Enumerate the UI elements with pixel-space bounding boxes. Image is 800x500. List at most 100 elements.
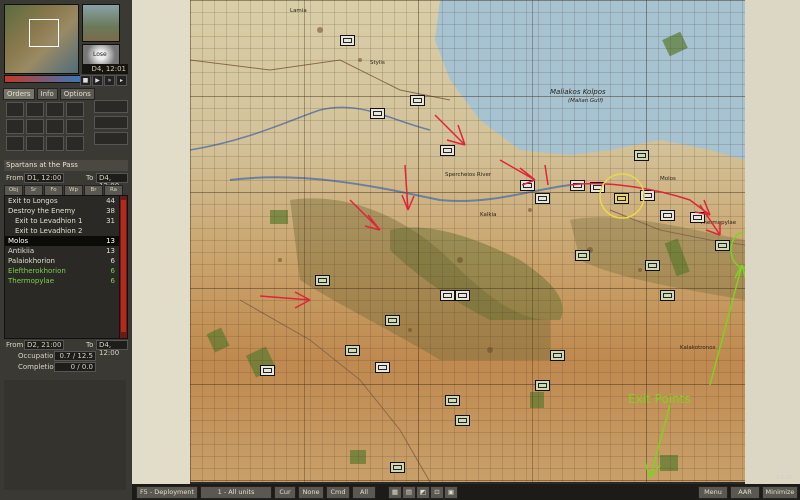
objective-points: 13 [106, 247, 115, 255]
phase-button[interactable]: F5 - Deployment [136, 486, 198, 499]
version-label: 2.2.10 [776, 475, 792, 481]
force-ratio-bar [4, 75, 82, 83]
minimap[interactable] [4, 4, 79, 74]
objective-item[interactable]: Exit to Longos 44 [5, 196, 119, 206]
order-button[interactable] [26, 119, 44, 134]
fog-toggle-icon[interactable]: ▣ [444, 486, 458, 499]
none-button[interactable]: None [298, 486, 324, 499]
left-panel: Lose D4, 12:01 ■ ▶ » ▸ Orders Info Optio… [0, 0, 134, 500]
scenario-title: Spartans at the Pass [4, 160, 128, 171]
map-left-edge [132, 0, 190, 484]
weather-indicator: Lose [82, 44, 120, 66]
to2-value: D4, 12:00 [96, 340, 128, 357]
occupation-row: Occupation 0.7 / 12.5 [4, 351, 128, 361]
objective-name: Palaiokhorion [8, 257, 55, 265]
objective-name: Exit to Longos [8, 197, 58, 205]
order-button[interactable] [66, 102, 84, 117]
objective-list[interactable]: Exit to Longos 44 Destroy the Enemy 38 Exi… [4, 195, 120, 339]
panel-tabs: Orders Info Options [3, 88, 95, 100]
objective-points: 31 [106, 217, 115, 225]
objective-name: Exit to Levadhion 1 [15, 217, 83, 225]
objective-points: 6 [110, 267, 115, 275]
scrollbar-thumb[interactable] [121, 200, 126, 332]
objective-name: Thermopylae [8, 277, 55, 285]
objective-name: Eleftherokhorion [8, 267, 66, 275]
completion-row: Completion 0 / 0.0 [4, 362, 128, 372]
to-label: To [86, 174, 94, 182]
from-label: From [6, 341, 24, 349]
from-label: From [6, 174, 24, 182]
end-button[interactable]: ▸ [116, 75, 127, 86]
objective-scrollbar[interactable] [119, 195, 128, 339]
fast-button[interactable]: » [104, 75, 115, 86]
exit-points-label: Exit Points [628, 392, 691, 406]
order-side-button[interactable] [94, 100, 128, 113]
objective-name: Antikiia [8, 247, 35, 255]
order-button[interactable] [66, 136, 84, 151]
objective-item[interactable]: Exit to Levadhion 1 31 [5, 216, 119, 226]
order-button[interactable] [46, 136, 64, 151]
minimap-viewport[interactable] [29, 19, 59, 47]
tactical-map[interactable]: Lamia Spercheios River Maliakos Kolpos (… [190, 0, 745, 482]
objective-item[interactable]: Exit to Levadhion 2 [5, 226, 119, 236]
objective-item[interactable]: Palaiokhorion 6 [5, 256, 119, 266]
scenario-dates: From D1, 12:00 To D4, 12:00 [4, 173, 128, 190]
turn-controls: ■ ▶ » ▸ [80, 75, 127, 86]
objective-points: 6 [110, 257, 115, 265]
order-side-button[interactable] [94, 116, 128, 129]
minimize-button[interactable]: Minimize [762, 486, 798, 499]
to-value: D4, 12:00 [96, 173, 128, 190]
objective-name: Molos [8, 237, 29, 245]
objective-points: 38 [106, 207, 115, 215]
order-button[interactable] [66, 119, 84, 134]
objective-dates: From D2, 21:00 To D4, 12:00 [4, 340, 128, 357]
aar-button[interactable]: AAR [730, 486, 760, 499]
occupation-label: Occupation [18, 352, 58, 360]
units-filter-button[interactable]: 1 - All units [200, 486, 272, 499]
objective-item[interactable]: Destroy the Enemy 38 [5, 206, 119, 216]
objective-item[interactable]: Thermopylae 6 [5, 276, 119, 286]
order-side-buttons [94, 100, 128, 145]
objective-item-selected[interactable]: Molos 13 [5, 236, 119, 246]
tab-info[interactable]: Info [36, 88, 58, 100]
to-label: To [86, 341, 94, 349]
all-button[interactable]: All [352, 486, 376, 499]
bottom-taskbar: F5 - Deployment 1 - All units Cur None C… [132, 484, 800, 500]
layer-toggle-icon[interactable]: ▤ [402, 486, 416, 499]
objective-name: Destroy the Enemy [8, 207, 76, 215]
objective-points: 44 [106, 197, 115, 205]
pause-button[interactable]: ■ [80, 75, 91, 86]
objective-name: Exit to Levadhion 2 [15, 227, 83, 235]
from2-value: D2, 21:00 [24, 340, 65, 350]
clock-display: D4, 12:01 [82, 64, 128, 74]
view-toggle-icon[interactable]: ◩ [416, 486, 430, 499]
cur-button[interactable]: Cur [274, 486, 296, 499]
occupation-value: 0.7 / 12.5 [54, 351, 96, 361]
completion-value: 0 / 0.0 [54, 362, 96, 372]
grid-toggle-icon[interactable]: ▦ [388, 486, 402, 499]
order-button[interactable] [6, 119, 24, 134]
order-button[interactable] [6, 102, 24, 117]
tab-options[interactable]: Options [59, 88, 95, 100]
order-button[interactable] [46, 102, 64, 117]
from-value: D1, 12:00 [24, 173, 65, 183]
order-button[interactable] [26, 102, 44, 117]
order-button[interactable] [46, 119, 64, 134]
empty-panel-area [4, 380, 126, 490]
objective-points: 13 [106, 237, 115, 245]
objective-item[interactable]: Antikiia 13 [5, 246, 119, 256]
objective-points: 6 [110, 277, 115, 285]
order-side-button[interactable] [94, 132, 128, 145]
order-button[interactable] [26, 136, 44, 151]
tab-orders[interactable]: Orders [3, 88, 35, 100]
play-button[interactable]: ▶ [92, 75, 103, 86]
objective-item[interactable]: Eleftherokhorion 6 [5, 266, 119, 276]
annotation-layer [259, 114, 745, 479]
cmd-button[interactable]: Cmd [326, 486, 350, 499]
map-right-edge [745, 0, 800, 484]
weather-label: Lose [93, 51, 107, 58]
order-button[interactable] [6, 136, 24, 151]
unit-toggle-icon[interactable]: ⊡ [430, 486, 444, 499]
menu-button[interactable]: Menu [698, 486, 728, 499]
terrain-photo [82, 4, 120, 42]
